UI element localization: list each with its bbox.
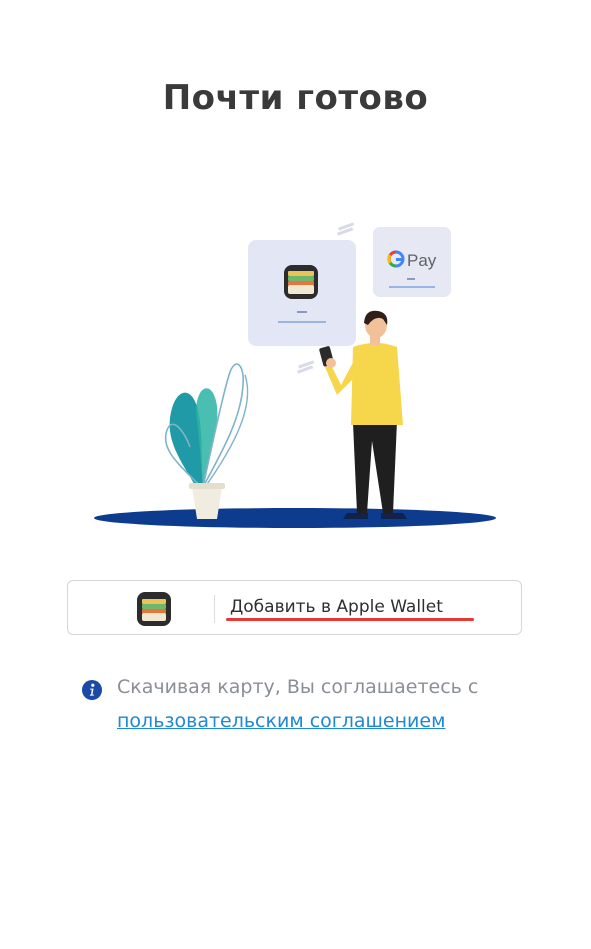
gpay-label: Pay — [407, 251, 437, 270]
add-to-wallet-label: Добавить в Apple Wallet — [230, 597, 443, 617]
user-agreement-link[interactable]: пользовательским соглашением — [117, 710, 445, 732]
apple-wallet-icon — [136, 591, 172, 627]
info-icon — [82, 680, 102, 700]
page-title: Почти готово — [162, 78, 429, 118]
google-pay-card: Pay — [373, 227, 451, 297]
button-divider — [214, 595, 215, 623]
wallet-illustration: Pay — [94, 222, 496, 528]
agreement-text: Скачивая карту, Вы соглашаетесь с — [117, 676, 479, 698]
highlight-underline — [226, 618, 474, 621]
apple-wallet-icon — [284, 265, 318, 299]
apple-wallet-card — [248, 240, 356, 346]
add-to-apple-wallet-button[interactable]: Добавить в Apple Wallet — [67, 580, 522, 635]
plant-in-pot — [164, 363, 249, 519]
floor-ellipse — [94, 508, 496, 528]
